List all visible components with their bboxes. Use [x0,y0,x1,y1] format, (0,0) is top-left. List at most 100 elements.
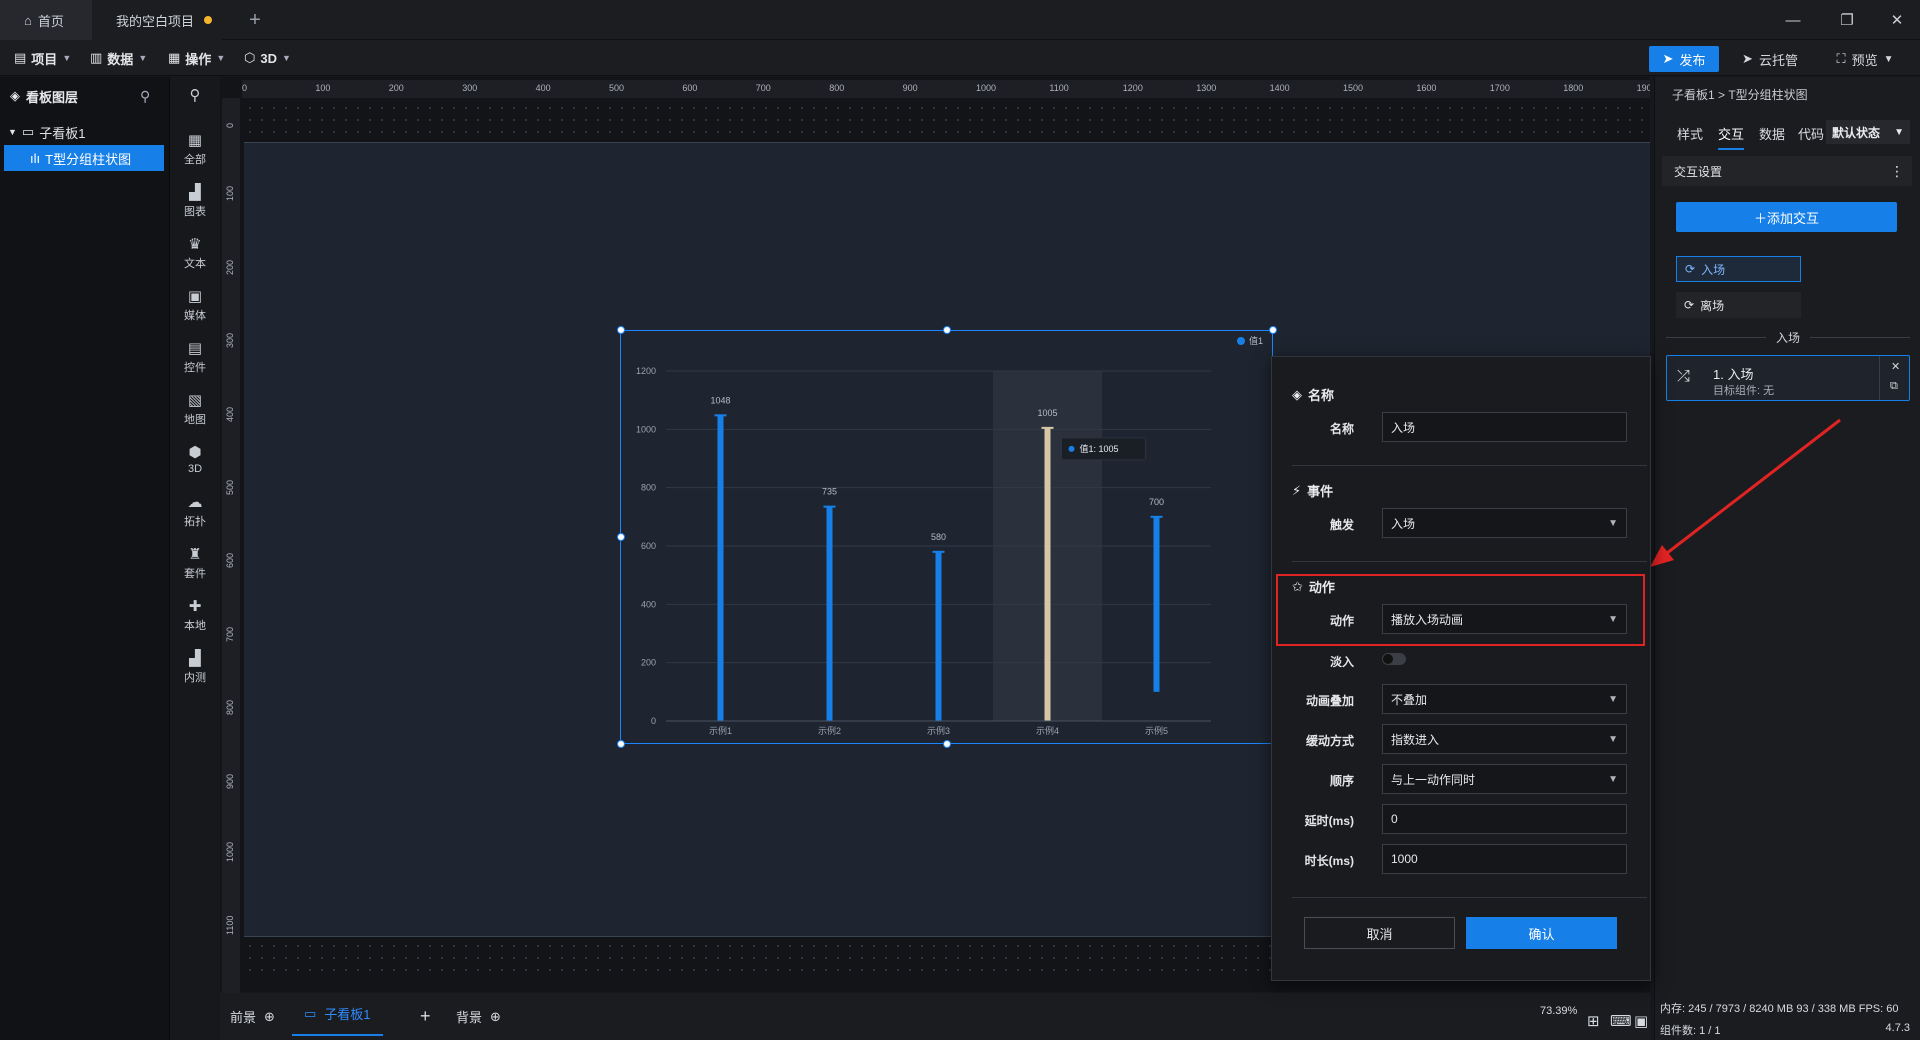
cancel-button[interactable]: 取消 [1304,917,1455,949]
tooltip-marker [1068,445,1075,452]
tab-home-label: 首页 [37,13,64,29]
order-select[interactable]: 与上一动作同时 ▼ [1382,764,1627,794]
menu-data[interactable]: ▥ 数据 ▼ [90,40,147,76]
tab-home[interactable]: ⌂ 首页 [0,0,92,40]
duration-input-value: 1000 [1391,852,1418,866]
comp-topology[interactable]: ☁ 拓扑 [170,489,220,533]
comp-control[interactable]: ▤ 控件 [170,335,220,379]
tab-project[interactable]: 我的空白项目 [92,0,222,40]
background-label: 背景 [456,1010,483,1025]
event-enter[interactable]: ⟳ 入场 [1676,256,1801,282]
section-event-title: 事件 [1307,484,1334,499]
ruler-tick-label: 1300 [1196,83,1217,93]
legend-marker [1237,337,1245,345]
state-select-value: 默认状态 [1832,125,1881,140]
section-enter-label: 入场 [1776,331,1801,345]
comp-all[interactable]: ▦ 全部 [170,127,220,171]
name-input[interactable]: 入场 [1382,412,1627,442]
preview-button[interactable]: ⛶ 预览 ▼ [1820,46,1910,72]
add-tab-button[interactable]: + [240,0,270,40]
ease-select[interactable]: 指数进入 ▼ [1382,724,1627,754]
board-tab[interactable]: ▭ 子看板1 [292,993,383,1036]
bar [717,415,724,721]
comp-3d[interactable]: ⬢ 3D [170,437,220,481]
menu-operate[interactable]: ▦ 操作 ▼ [168,40,225,76]
bar-chart-icon: ▟ [189,650,201,667]
ruler-tick-label: 1200 [1122,83,1143,93]
chevron-down-icon: ▼ [281,53,291,63]
publish-button[interactable]: ➤ 发布 [1649,46,1719,72]
trigger-select[interactable]: 入场 ▼ [1382,508,1627,538]
divider [1292,465,1647,466]
fade-toggle[interactable] [1382,653,1406,665]
ruler-tick-label: 400 [225,406,235,422]
background-tab[interactable]: 背景 ⊕ [456,993,501,1040]
fade-label: 淡入 [1329,655,1354,669]
comp-text[interactable]: ♛ 文本 [170,231,220,275]
terminal-icon[interactable]: ▣ [1634,1012,1648,1030]
layer-item-board[interactable]: ▼ ▭ 子看板1 [4,119,164,145]
confirm-button[interactable]: 确认 [1466,917,1617,949]
card-divider [1879,356,1880,400]
toolbar: ▤ 项目 ▼ ▥ 数据 ▼ ▦ 操作 ▼ ⬡ 3D ▼ [0,40,1920,76]
action-card[interactable]: ⤮ 1. 入场 目标组件: 无 ✕ ⧉ [1666,355,1910,401]
comp-map[interactable]: ▧ 地图 [170,387,220,431]
restore-button[interactable]: ❐ [1820,0,1874,40]
zoom-level[interactable]: 73.39% [1540,1005,1577,1017]
menu-project[interactable]: ▤ 项目 ▼ [14,40,71,76]
minimize-button[interactable]: — [1766,0,1820,40]
board-icon: ▭ [21,124,35,139]
ruler-tick-label: 100 [315,83,331,93]
menu-3d[interactable]: ⬡ 3D ▼ [244,40,291,76]
close-button[interactable]: ✕ [1870,0,1920,40]
add-interaction-button[interactable]: ＋添加交互 [1676,202,1897,232]
comp-local[interactable]: ✚ 本地 [170,593,220,637]
section-name: ◈ 名称 [1292,385,1334,404]
comp-chart[interactable]: ▟ 图表 [170,179,220,223]
trigger-label: 触发 [1329,518,1354,532]
bottom-bar: 前景 ⊕ ▭ 子看板1 + 背景 ⊕ [220,993,1650,1040]
add-circle-icon[interactable]: ⊕ [264,1009,275,1025]
chevron-down-icon: ▼ [1894,126,1904,138]
ruler-tick-label: 800 [829,83,845,93]
comp-kit[interactable]: ♜ 套件 [170,541,220,585]
keyboard-icon[interactable]: ⌨ [1610,1012,1632,1030]
cloud-host-button[interactable]: ➤ 云托管 [1728,46,1812,72]
action-card-target: 目标组件: 无 [1713,385,1775,397]
add-board-button[interactable]: + [420,993,431,1040]
publish-label: 发布 [1679,52,1706,68]
tab-data[interactable]: 数据 [1759,124,1785,143]
stack-select[interactable]: 不叠加 ▼ [1382,684,1627,714]
layers-icon: ◈ [10,88,20,103]
comp-media[interactable]: ▣ 媒体 [170,283,220,327]
delay-input[interactable]: 0 [1382,804,1627,834]
more-icon[interactable]: ⋮ [1890,163,1904,180]
state-select[interactable]: 默认状态 ▼ [1826,120,1910,144]
tab-style[interactable]: 样式 [1677,124,1703,143]
annotation-highlight-box [1276,574,1645,646]
chevron-down-icon: ▼ [1608,773,1618,785]
chevron-down-icon: ▼ [1608,517,1618,529]
y-tick-label: 600 [641,541,656,551]
ease-label: 缓动方式 [1305,734,1354,748]
search-icon: ⚲ [189,87,201,104]
chevron-down-icon: ▼ [1608,693,1618,705]
copy-icon[interactable]: ⧉ [1890,380,1898,393]
x-tick-label: 示例3 [927,725,950,736]
close-icon[interactable]: ✕ [1891,360,1900,373]
duration-input[interactable]: 1000 [1382,844,1627,874]
tab-interaction[interactable]: 交互 [1718,124,1745,150]
x-tick-label: 示例4 [1036,725,1059,736]
foreground-tab[interactable]: 前景 ⊕ [230,993,275,1040]
ruler-tick-label: 200 [225,259,235,275]
comp-beta[interactable]: ▟ 内测 [170,645,220,689]
search-button[interactable]: ⚲ [170,77,220,113]
tab-code[interactable]: 代码 [1798,124,1824,143]
add-circle-icon[interactable]: ⊕ [490,1009,501,1025]
event-leave[interactable]: ⟳ 离场 [1676,292,1801,318]
delay-input-value: 0 [1391,812,1398,826]
filter-icon[interactable]: ⚲ [140,88,150,105]
fit-screen-icon[interactable]: ⊞ [1587,1012,1600,1030]
layer-item-chart[interactable]: ılı T型分组柱状图 [4,145,164,171]
ruler-tick-label: 400 [535,83,551,93]
